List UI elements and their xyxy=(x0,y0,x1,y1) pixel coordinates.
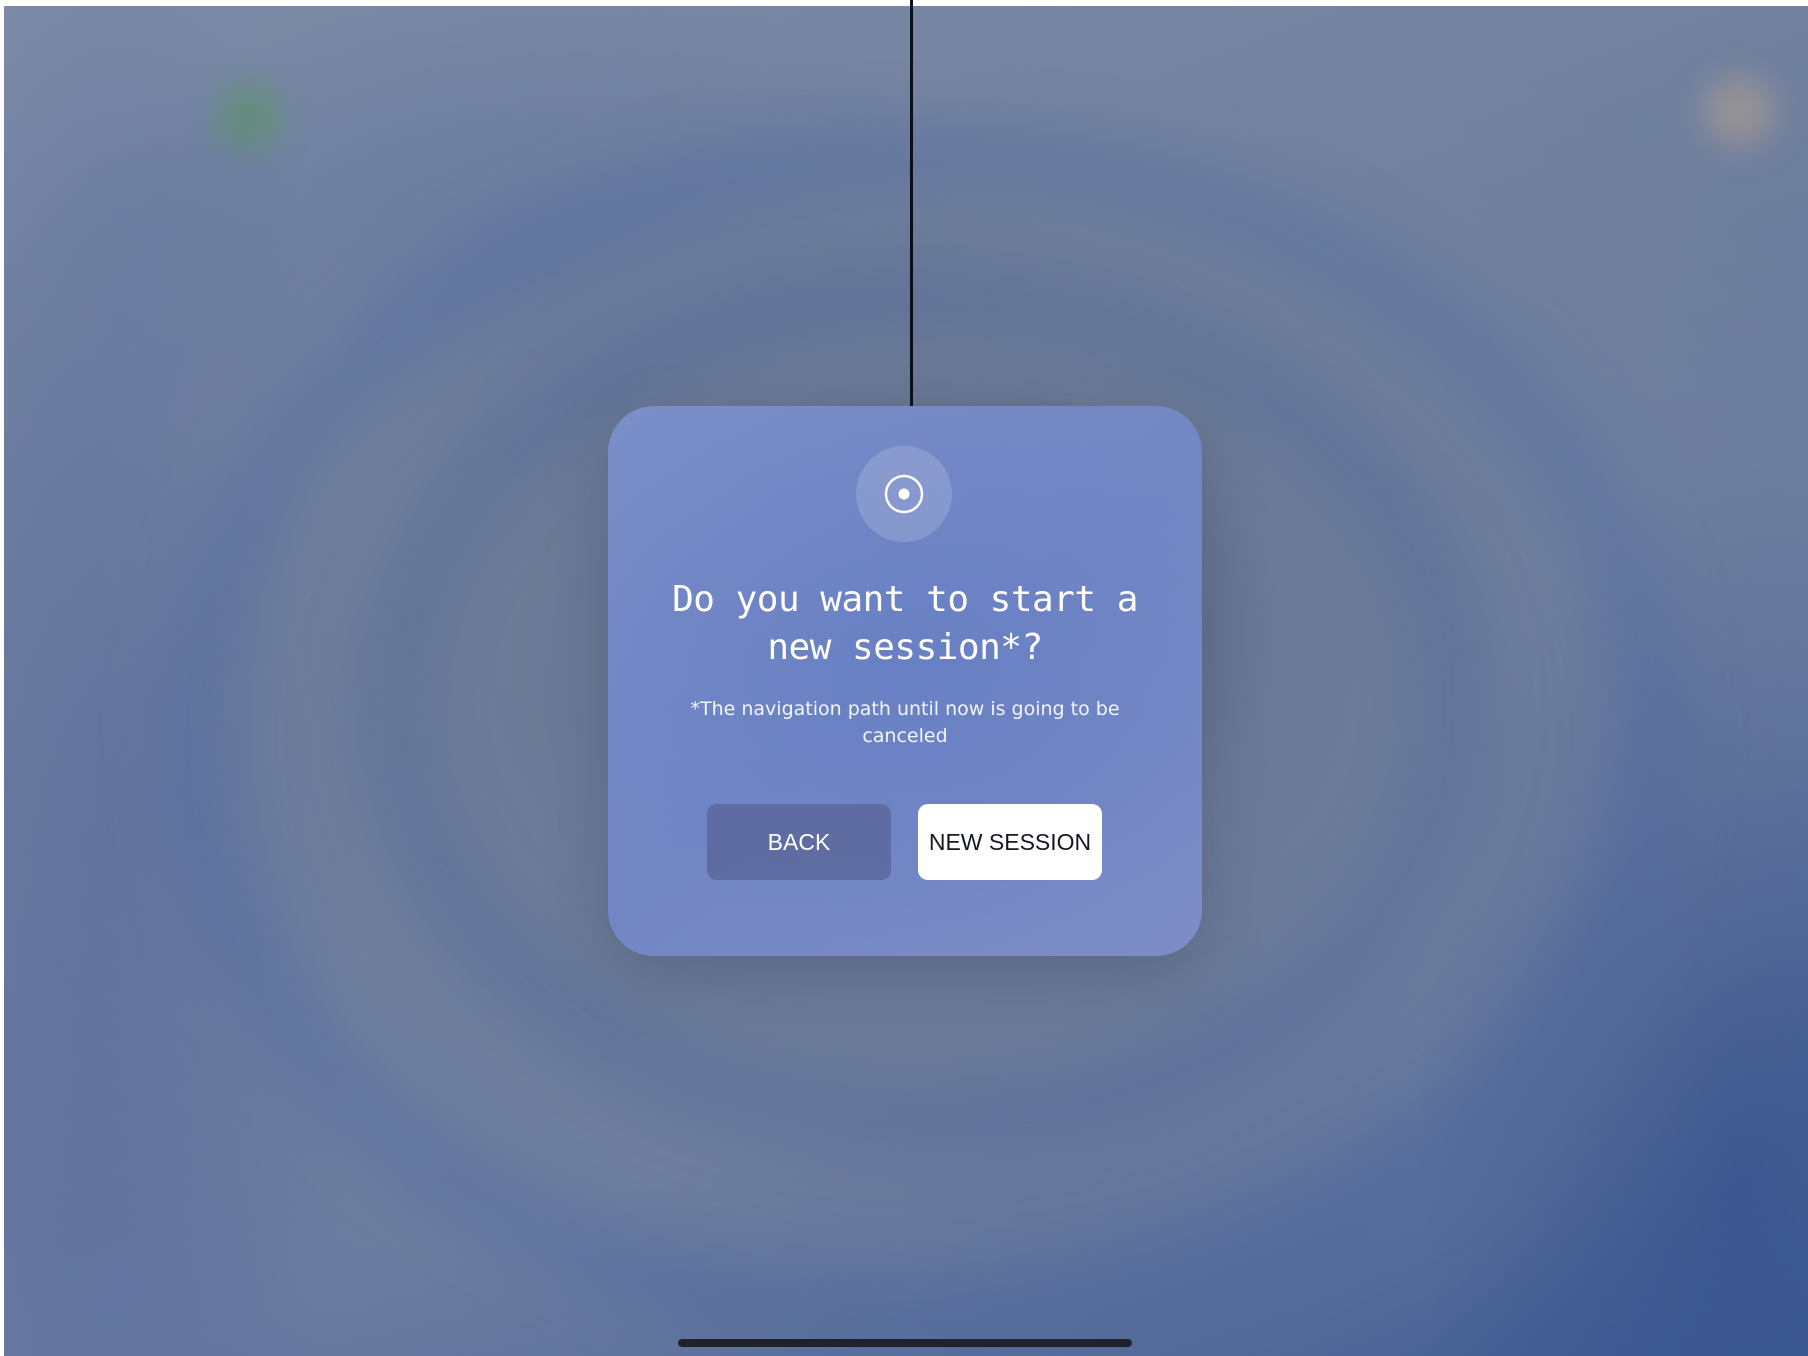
back-button[interactable]: BACK xyxy=(707,804,891,880)
dialog-tether-line xyxy=(910,0,913,408)
background-blob-orange xyxy=(1704,76,1774,146)
new-session-button[interactable]: NEW SESSION xyxy=(918,804,1102,880)
background-blob-green xyxy=(214,81,284,151)
target-icon xyxy=(856,446,952,542)
new-session-dialog: Do you want to start a new session*? *Th… xyxy=(608,406,1202,956)
home-indicator[interactable] xyxy=(678,1339,1132,1347)
dialog-subtitle: *The navigation path until now is going … xyxy=(690,698,1120,747)
dialog-title: Do you want to start a new session*? xyxy=(672,579,1138,668)
